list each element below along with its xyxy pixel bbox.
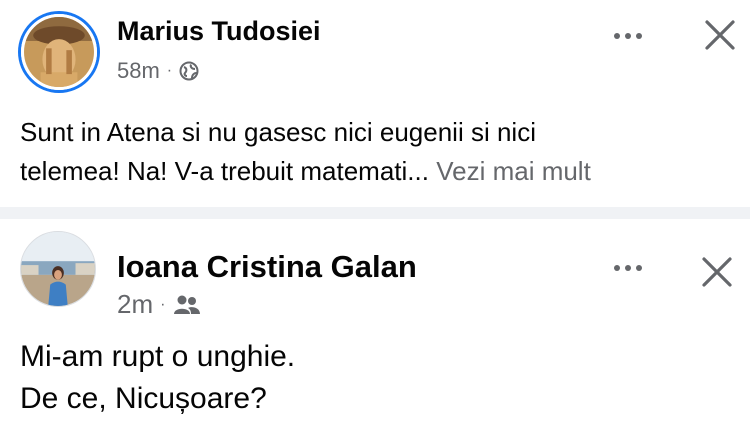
post-ioana: Ioana Cristina Galan 2m · Mi-am rupt o u… [0, 219, 750, 421]
timestamp[interactable]: 2m [117, 289, 153, 320]
post-meta: 58m · [117, 58, 199, 84]
author-name[interactable]: Ioana Cristina Galan [117, 249, 417, 285]
post-text-line-1: Mi-am rupt o unghie. [20, 340, 296, 373]
more-options-icon[interactable] [614, 265, 642, 271]
timestamp[interactable]: 58m [117, 58, 160, 84]
avatar-photo [21, 232, 95, 306]
meta-separator: · [160, 295, 166, 313]
friends-icon[interactable] [172, 294, 202, 316]
post-text-line-2: De ce, Nicușoare? [20, 382, 267, 415]
post-meta: 2m · [117, 289, 202, 320]
close-icon[interactable] [700, 255, 734, 289]
dot-1 [614, 33, 620, 39]
post-text: Mi-am rupt o unghie. De ce, Nicușoare? [20, 336, 732, 420]
dot-3 [636, 33, 642, 39]
dot-2 [625, 265, 631, 271]
globe-icon[interactable] [179, 61, 199, 81]
post-text-line-2: telemea! Na! V-a trebuit matemati... Vez… [20, 152, 732, 191]
dot-2 [625, 33, 631, 39]
close-icon[interactable] [703, 18, 737, 52]
more-options-icon[interactable] [614, 33, 642, 39]
post-text-line-1: Sunt in Atena si nu gasesc nici eugenii … [20, 117, 536, 147]
dot-1 [614, 265, 620, 271]
avatar[interactable] [21, 14, 97, 90]
avatar-photo [24, 17, 94, 87]
post-marius: Marius Tudosiei 58m · Sunt in Atena si n… [0, 0, 750, 207]
avatar[interactable] [20, 231, 96, 307]
post-text: Sunt in Atena si nu gasesc nici eugenii … [20, 113, 732, 191]
post-separator [0, 207, 750, 219]
meta-separator: · [166, 62, 173, 79]
post-text-truncated: telemea! Na! V-a trebuit matemati... [20, 156, 429, 186]
dot-3 [636, 265, 642, 271]
see-more-link[interactable]: Vezi mai mult [436, 156, 591, 186]
author-name[interactable]: Marius Tudosiei [117, 16, 321, 47]
